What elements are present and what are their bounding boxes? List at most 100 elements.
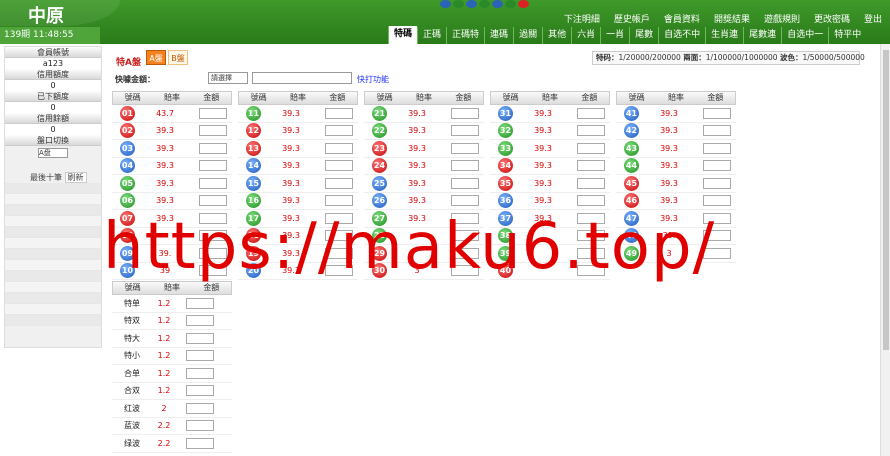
- amount-input[interactable]: [703, 177, 731, 189]
- quick-amount-bar: 快噱金額： 請選擇 快打功能: [112, 70, 860, 88]
- table-row: 04 39.3: [112, 158, 232, 175]
- amount-input[interactable]: [451, 247, 479, 259]
- quick-select[interactable]: 請選擇: [208, 72, 248, 84]
- amount-input[interactable]: [451, 125, 479, 137]
- amount-input[interactable]: [703, 247, 731, 259]
- table-row: 27 39.3: [364, 210, 484, 228]
- amount-input[interactable]: [703, 107, 731, 119]
- amount-input[interactable]: [186, 332, 214, 344]
- number-ball: 17: [246, 210, 261, 226]
- tab-special[interactable]: 特碼: [388, 26, 418, 44]
- amount-input[interactable]: [325, 230, 353, 242]
- amount-input[interactable]: [325, 247, 353, 259]
- tab-market-a[interactable]: A盤: [146, 50, 166, 65]
- quick-amount-input[interactable]: [252, 72, 352, 84]
- vertical-scrollbar[interactable]: [880, 44, 890, 456]
- tab-main[interactable]: 正碼: [417, 27, 446, 44]
- refresh-button[interactable]: 刷新: [64, 172, 87, 183]
- amount-input[interactable]: [325, 265, 353, 277]
- amount-input[interactable]: [577, 125, 605, 137]
- amount-input[interactable]: [186, 437, 214, 449]
- amount-input[interactable]: [325, 212, 353, 224]
- amount-input[interactable]: [199, 247, 227, 259]
- tab-market-b[interactable]: B盤: [168, 50, 188, 65]
- table-row: 特小 1.2: [112, 348, 232, 365]
- amount-input[interactable]: [577, 247, 605, 259]
- amount-input[interactable]: [451, 107, 479, 119]
- amount-input[interactable]: [199, 107, 227, 119]
- amount-input[interactable]: [325, 142, 353, 154]
- amount-input[interactable]: [703, 230, 731, 242]
- menu-results[interactable]: 開獎結果: [714, 12, 750, 25]
- menu-change-password[interactable]: 更改密碼: [814, 12, 850, 25]
- amount-input[interactable]: [577, 230, 605, 242]
- odds-value: 39.3: [408, 143, 426, 153]
- amount-input[interactable]: [199, 160, 227, 172]
- table-row: 34 39.3: [490, 158, 610, 175]
- tab-zodiac-combo[interactable]: 生肖連: [705, 27, 743, 44]
- amount-input[interactable]: [451, 160, 479, 172]
- amount-input[interactable]: [325, 125, 353, 137]
- amount-input[interactable]: [186, 297, 214, 309]
- amount-input[interactable]: [199, 125, 227, 137]
- amount-input[interactable]: [703, 195, 731, 207]
- menu-bet-details[interactable]: 下注明細: [564, 12, 600, 25]
- menu-history[interactable]: 歷史帳戶: [614, 12, 650, 25]
- amount-input[interactable]: [199, 195, 227, 207]
- tab-six-zodiac[interactable]: 六肖: [571, 27, 600, 44]
- tab-special-flat[interactable]: 特平中: [828, 27, 866, 44]
- amount-input[interactable]: [199, 177, 227, 189]
- amount-input[interactable]: [325, 107, 353, 119]
- menu-rules[interactable]: 遊戲規則: [764, 12, 800, 25]
- amount-input[interactable]: [199, 212, 227, 224]
- amount-input[interactable]: [577, 212, 605, 224]
- tab-main-special[interactable]: 正碼特: [446, 27, 484, 44]
- amount-input[interactable]: [577, 107, 605, 119]
- table-row: 39: [490, 245, 610, 263]
- amount-input[interactable]: [577, 265, 605, 277]
- amount-input[interactable]: [577, 142, 605, 154]
- tab-pick-one[interactable]: 自选中一: [781, 27, 828, 44]
- column-header-label: 金額: [203, 283, 220, 292]
- amount-input[interactable]: [325, 195, 353, 207]
- amount-input[interactable]: [703, 160, 731, 172]
- amount-input[interactable]: [577, 195, 605, 207]
- odds-value: 2: [161, 403, 167, 413]
- amount-input[interactable]: [199, 265, 227, 277]
- amount-input[interactable]: [451, 230, 479, 242]
- amount-input[interactable]: [199, 142, 227, 154]
- menu-logout[interactable]: 登出: [864, 12, 882, 25]
- tab-other[interactable]: 其他: [542, 27, 571, 44]
- amount-input[interactable]: [451, 142, 479, 154]
- tab-one-zodiac[interactable]: 一肖: [600, 27, 629, 44]
- amount-input[interactable]: [451, 195, 479, 207]
- market-switch-select[interactable]: A盘: [38, 148, 68, 158]
- amount-input[interactable]: [577, 160, 605, 172]
- amount-input[interactable]: [186, 420, 214, 432]
- amount-input[interactable]: [186, 385, 214, 397]
- amount-input[interactable]: [703, 212, 731, 224]
- tab-pick-miss[interactable]: 自选不中: [658, 27, 705, 44]
- amount-input[interactable]: [451, 212, 479, 224]
- amount-input[interactable]: [325, 160, 353, 172]
- amount-input[interactable]: [577, 177, 605, 189]
- tab-parlay[interactable]: 過關: [513, 27, 542, 44]
- amount-input[interactable]: [186, 367, 214, 379]
- tab-tail[interactable]: 尾數: [629, 27, 658, 44]
- menu-member-info[interactable]: 會員資料: [664, 12, 700, 25]
- amount-input[interactable]: [186, 350, 214, 362]
- amount-input[interactable]: [451, 177, 479, 189]
- amount-input[interactable]: [703, 125, 731, 137]
- odds-value: 39.3: [660, 143, 678, 153]
- tab-combo[interactable]: 連碼: [484, 27, 513, 44]
- quick-function-link[interactable]: 快打功能: [357, 74, 389, 85]
- amount-input[interactable]: [186, 402, 214, 414]
- tab-tail-combo[interactable]: 尾數連: [743, 27, 781, 44]
- amount-input[interactable]: [199, 230, 227, 242]
- amount-input[interactable]: [703, 142, 731, 154]
- scrollbar-thumb[interactable]: [883, 50, 889, 350]
- amount-input[interactable]: [325, 177, 353, 189]
- amount-input[interactable]: [451, 265, 479, 277]
- amount-input[interactable]: [186, 315, 214, 327]
- bet-limits: 特码：1/20000/200000 兩面：1/100000/1000000 波色…: [592, 51, 865, 65]
